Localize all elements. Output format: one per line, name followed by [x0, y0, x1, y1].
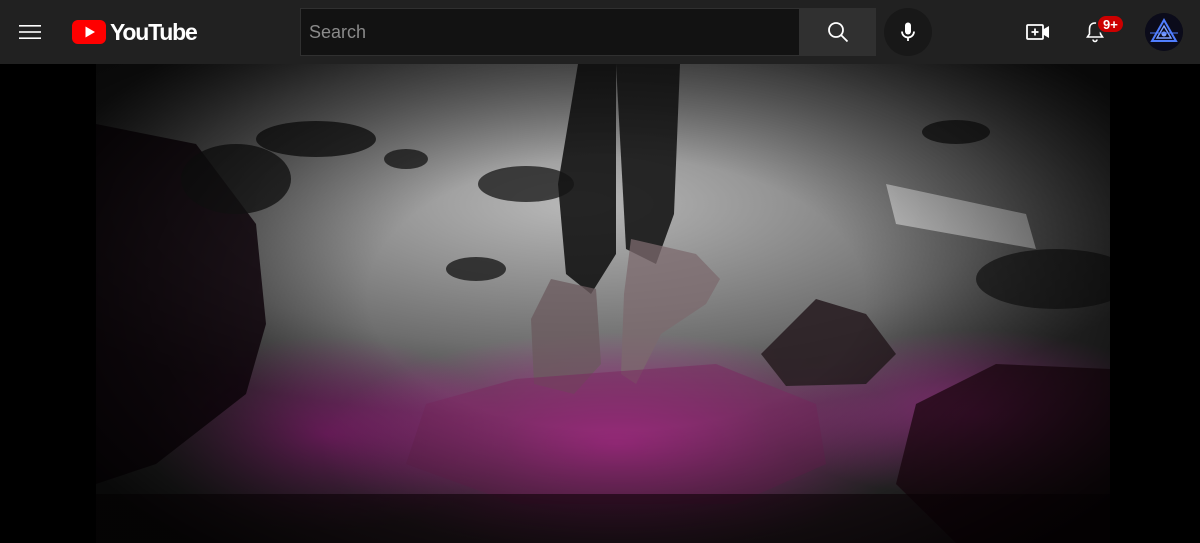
youtube-play-icon	[72, 20, 106, 44]
magnifier-icon	[827, 22, 848, 43]
search-box	[300, 8, 800, 56]
search-button[interactable]	[799, 8, 876, 56]
video-vignette	[96, 64, 1110, 543]
youtube-logo[interactable]: YouTube	[72, 19, 198, 45]
logo-wordmark: YouTube	[110, 19, 198, 45]
account-avatar[interactable]	[1145, 13, 1183, 51]
video-frame[interactable]	[96, 64, 1110, 543]
voice-search-button[interactable]	[884, 8, 932, 56]
guide-menu-button[interactable]	[10, 12, 50, 52]
masthead: YouTube 9+	[0, 0, 1200, 64]
notification-badge: 9+	[1096, 14, 1125, 34]
hamburger-menu-icon	[19, 25, 41, 39]
avatar-triangle-icon	[1145, 13, 1183, 51]
video-player[interactable]	[0, 64, 1200, 543]
microphone-icon	[901, 22, 915, 41]
create-button[interactable]	[1018, 12, 1058, 52]
search-input[interactable]	[309, 9, 800, 55]
video-camera-plus-icon	[1026, 24, 1049, 40]
